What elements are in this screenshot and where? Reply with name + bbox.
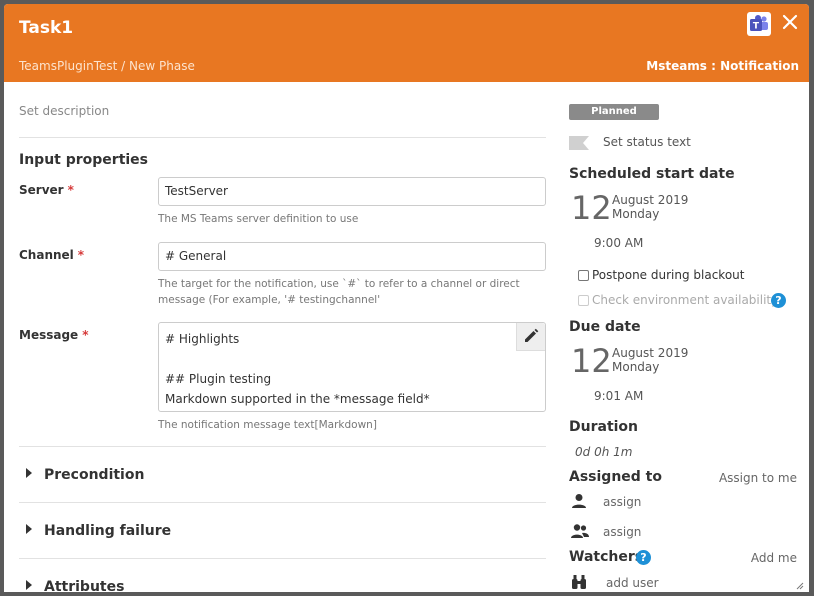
server-label: Server * (19, 183, 74, 197)
required-marker: * (67, 183, 74, 197)
precondition-label: Precondition (44, 467, 145, 483)
duration-value[interactable]: 0d 0h 1m (575, 445, 632, 459)
divider (19, 446, 546, 447)
task-dialog: Task1 TeamsPluginTest / New Phase Msteam… (4, 4, 809, 592)
caret-right-icon (26, 468, 32, 478)
status-badge[interactable]: Planned (569, 104, 659, 120)
divider (19, 502, 546, 503)
postpone-label: Postpone during blackout (592, 268, 745, 282)
svg-text:T: T (753, 22, 760, 32)
assign-team-field[interactable]: assign (603, 525, 641, 539)
start-weekday: Monday (612, 207, 660, 221)
caret-right-icon (26, 524, 32, 534)
assign-user-field[interactable]: assign (603, 495, 641, 509)
handling-failure-label: Handling failure (44, 523, 172, 539)
input-properties-title: Input properties (19, 152, 149, 168)
message-line (165, 349, 539, 369)
channel-label: Channel * (19, 248, 84, 262)
start-month-year: August 2019 (612, 193, 689, 207)
start-time[interactable]: 9:00 AM (594, 236, 643, 250)
server-input[interactable]: TestServer (158, 177, 546, 206)
breadcrumb: TeamsPluginTest / New Phase (19, 59, 195, 73)
due-date-title: Due date (569, 319, 641, 335)
due-month-year: August 2019 (612, 346, 689, 360)
due-weekday: Monday (612, 360, 660, 374)
close-icon[interactable] (780, 12, 800, 32)
task-title[interactable]: Task1 (19, 18, 73, 38)
channel-input[interactable]: # General (158, 242, 546, 271)
resize-handle-icon[interactable] (796, 579, 804, 590)
attributes-label: Attributes (44, 579, 125, 592)
handling-failure-section[interactable]: Handling failure (19, 523, 171, 539)
user-icon (571, 493, 587, 509)
add-user-field[interactable]: add user (606, 576, 659, 590)
server-label-text: Server (19, 183, 64, 197)
channel-label-text: Channel (19, 248, 74, 262)
status-text-field[interactable]: Set status text (603, 135, 691, 149)
check-environment-label: Check environment availability (592, 293, 779, 307)
message-textarea[interactable]: # Highlights ## Plugin testing Markdown … (158, 322, 546, 412)
description-field[interactable]: Set description (19, 104, 109, 118)
divider (19, 137, 546, 138)
divider (19, 558, 546, 559)
caret-right-icon (26, 580, 32, 590)
start-day[interactable]: 12 (571, 192, 612, 224)
check-environment-checkbox[interactable] (578, 295, 589, 306)
message-line: Markdown supported in the *message field… (165, 392, 430, 406)
message-help-text: The notification message text[Markdown] (158, 419, 377, 431)
duration-title: Duration (569, 419, 639, 435)
pencil-icon (525, 328, 539, 342)
postpone-checkbox[interactable] (578, 270, 589, 281)
precondition-section[interactable]: Precondition (19, 467, 144, 483)
edit-message-button[interactable] (516, 323, 545, 351)
message-label-text: Message (19, 328, 79, 342)
add-me-link[interactable]: Add me (751, 551, 797, 565)
channel-help-text: The target for the notification, use `#`… (158, 278, 520, 306)
required-marker: * (82, 328, 89, 342)
assign-to-me-link[interactable]: Assign to me (719, 471, 797, 485)
teams-icon: T (747, 12, 771, 36)
message-line: ## Plugin testing (165, 372, 272, 386)
message-line: # Highlights (165, 332, 240, 346)
team-icon (571, 523, 589, 539)
help-icon[interactable]: ? (636, 550, 651, 565)
task-type-label: Msteams : Notification (646, 59, 799, 73)
binoculars-icon (571, 574, 587, 590)
scheduled-start-title: Scheduled start date (569, 166, 735, 182)
due-day[interactable]: 12 (571, 345, 612, 377)
server-help-text: The MS Teams server definition to use (158, 213, 359, 225)
help-icon[interactable]: ? (771, 293, 786, 308)
message-label: Message * (19, 328, 88, 342)
dialog-header: Task1 TeamsPluginTest / New Phase Msteam… (4, 4, 809, 82)
assigned-to-title: Assigned to (569, 469, 662, 485)
attributes-section[interactable]: Attributes (19, 579, 124, 592)
flag-icon (569, 136, 589, 150)
due-time[interactable]: 9:01 AM (594, 389, 643, 403)
required-marker: * (77, 248, 85, 262)
watchers-title: Watchers (569, 549, 644, 565)
